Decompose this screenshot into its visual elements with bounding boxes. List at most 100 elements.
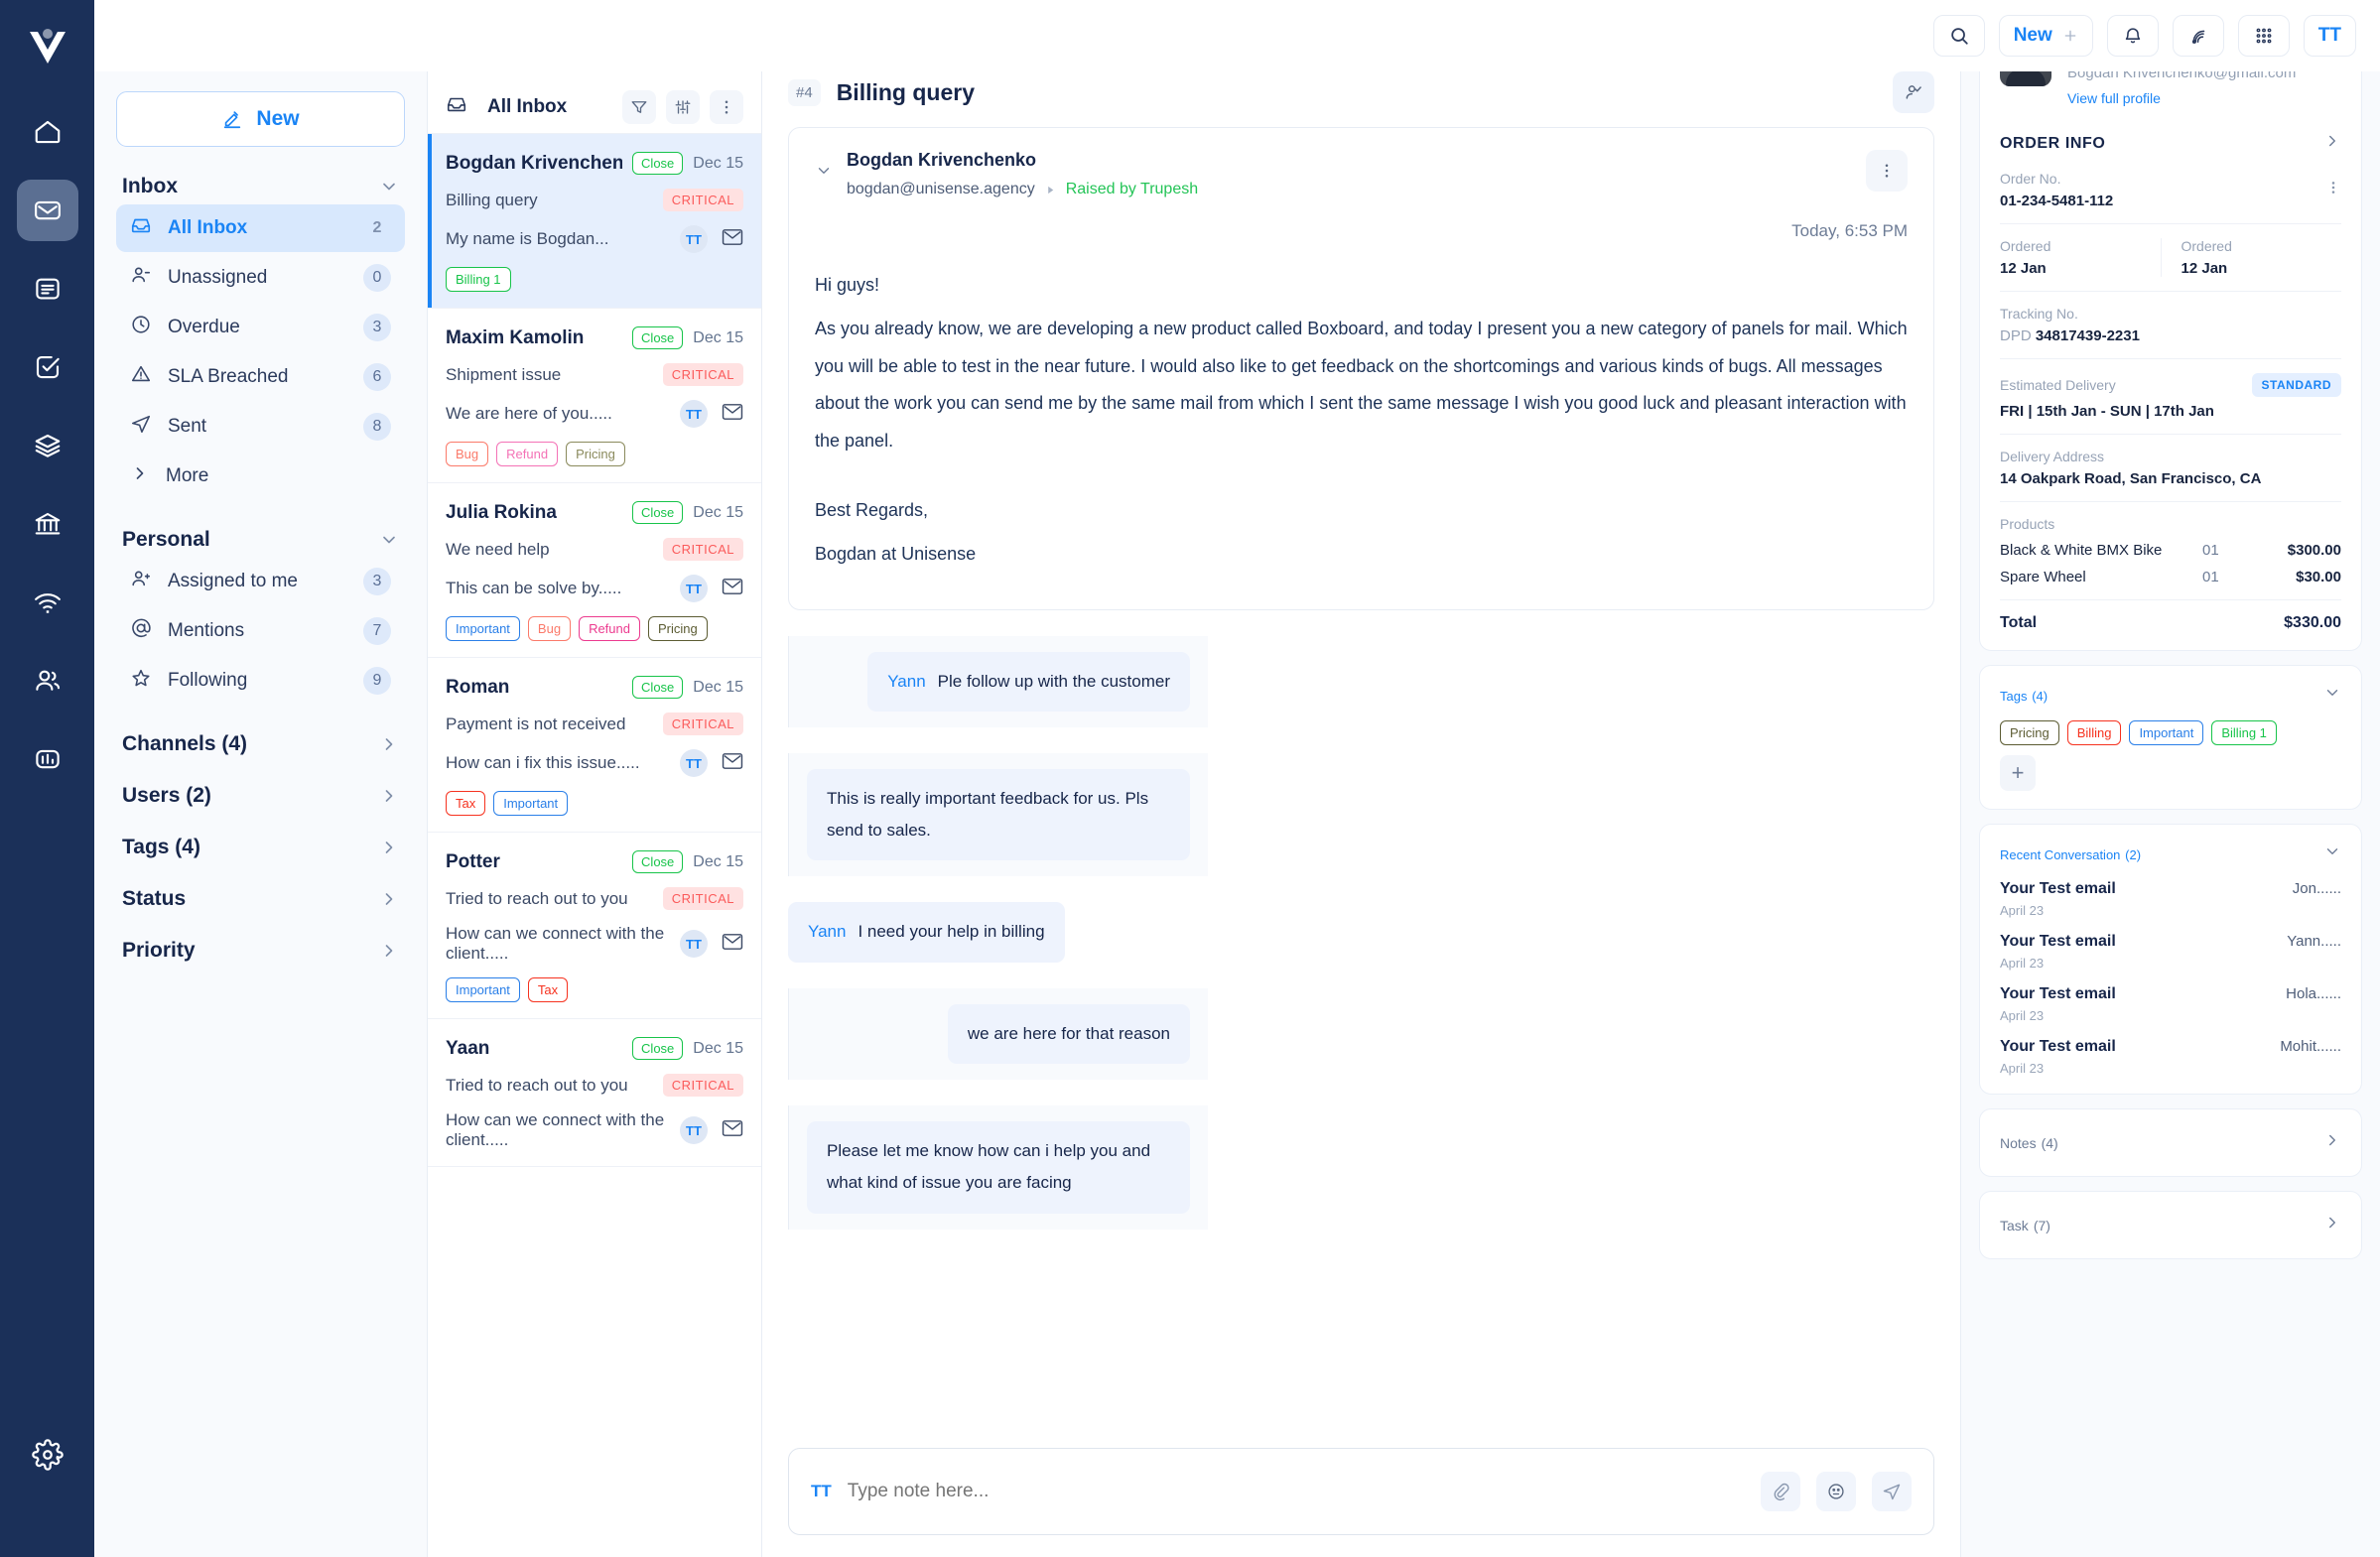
filter-icon[interactable] [622,90,656,124]
sidebar-group-users[interactable]: Users (2) [116,784,405,808]
layers-icon[interactable] [17,415,78,476]
more-vertical-icon[interactable] [1866,150,1908,192]
new-button[interactable]: New [1999,15,2093,57]
conversation-tag[interactable]: Bug [528,616,571,641]
main-panel: New No Priority Sawan Jes. #4 Billing qu… [762,0,1960,1557]
sidebar-item-more[interactable]: More [116,453,405,500]
conversation-item[interactable]: Yaan Close Dec 15 Tried to reach out to … [428,1019,761,1167]
close-status-badge[interactable]: Close [632,676,683,699]
note-composer[interactable]: TT [788,1448,1934,1535]
conversation-tag[interactable]: Tax [528,977,568,1002]
conversation-tag[interactable]: Important [446,616,520,641]
conversation-item[interactable]: Roman Close Dec 15 Payment is not receiv… [428,658,761,833]
recent-header[interactable]: Recent Conversation (2) [2000,843,2341,865]
paperclip-icon[interactable] [1761,1472,1800,1511]
sidebar-item-all-inbox[interactable]: All Inbox 2 [116,204,405,252]
bell-icon[interactable] [2107,15,2159,57]
contacts-icon[interactable] [17,650,78,712]
detail-tag-chip[interactable]: Billing 1 [2211,720,2277,745]
detail-tag-chip[interactable]: Pricing [2000,720,2059,745]
close-status-badge[interactable]: Close [632,501,683,524]
sidebar-item-following[interactable]: Following 9 [116,657,405,705]
folder-icon[interactable] [949,14,991,56]
sidebar-group-channels[interactable]: Channels (4) [116,732,405,756]
gear-icon[interactable] [17,1424,78,1486]
conversation-tag[interactable]: Refund [496,442,558,466]
plus-icon [2062,28,2078,44]
notes-card[interactable]: Notes (4) [1979,1108,2362,1177]
priority-select[interactable]: No Priority [1663,14,1789,56]
mail-icon[interactable] [17,180,78,241]
sidebar-item-sent[interactable]: Sent 8 [116,403,405,451]
search-input[interactable] [494,35,727,55]
conversation-tag[interactable]: Bug [446,442,488,466]
recent-conversation-item[interactable]: Your Test email April 23 Jon...... [2000,880,2341,918]
task-card[interactable]: Task (7) [1979,1191,2362,1259]
clock-icon[interactable] [895,14,937,56]
conversation-tag[interactable]: Billing 1 [446,267,511,292]
sliders-icon[interactable] [666,90,700,124]
sidebar-item-assigned-to-me[interactable]: Assigned to me 3 [116,558,405,605]
conversation-item[interactable]: Maxim Kamolin Close Dec 15 Shipment issu… [428,309,761,483]
logo-icon[interactable] [17,16,78,77]
apps-grid-icon[interactable] [2238,15,2290,57]
more-vertical-icon[interactable] [710,90,743,124]
conversation-item[interactable]: Potter Close Dec 15 Tried to reach out t… [428,833,761,1019]
reports-icon[interactable] [17,728,78,790]
tag-icon[interactable] [1002,14,1044,56]
emoji-icon[interactable] [1816,1472,1856,1511]
sidebar-item-unassigned[interactable]: Unassigned 0 [116,254,405,302]
recent-conversation-item[interactable]: Your Test email April 23 Yann..... [2000,933,2341,971]
sidebar-item-mentions[interactable]: Mentions 7 [116,607,405,655]
recent-conversation-item[interactable]: Your Test email April 23 Mohit...... [2000,1038,2341,1076]
more-vertical-icon[interactable] [2325,180,2341,200]
more-vertical-icon[interactable] [1056,14,1098,56]
broadcast-icon[interactable] [2173,15,2224,57]
plus-icon[interactable]: + [2000,755,2036,791]
check-icon[interactable] [788,14,830,56]
document-icon[interactable] [17,258,78,320]
user-check-icon[interactable] [1893,71,1934,113]
conversation-tag[interactable]: Tax [446,791,485,816]
sidebar-group-status[interactable]: Status [116,887,405,911]
send-icon[interactable] [1872,1472,1912,1511]
user-avatar-initials[interactable]: TT [2304,15,2356,57]
close-status-badge[interactable]: Close [632,1037,683,1060]
contact-card: Bogdan Krivenchenko Bogdan Krivenchenko@… [1979,16,2362,651]
bank-icon[interactable] [17,493,78,555]
order-info-header[interactable]: ORDER INFO [2000,132,2341,155]
conversation-tag[interactable]: Important [493,791,568,816]
tasks-icon[interactable] [17,336,78,398]
personal-section-header[interactable]: Personal [116,528,405,552]
close-status-badge[interactable]: Close [632,326,683,349]
sidebar-item-sla-breached[interactable]: SLA Breached 6 [116,353,405,401]
view-full-profile-link[interactable]: View full profile [2067,90,2308,106]
chevron-down-icon[interactable] [815,162,833,185]
assignee-select[interactable]: Sawan Jes. [1800,14,1934,56]
sidebar-group-priority[interactable]: Priority [116,939,405,963]
sidebar-group-tags[interactable]: Tags (4) [116,836,405,859]
conversation-date: Dec 15 [693,155,743,173]
detail-tag-chip[interactable]: Billing [2067,720,2122,745]
detail-tag-chip[interactable]: Important [2129,720,2203,745]
new-compose-button[interactable]: New [116,91,405,147]
tags-header[interactable]: Tags (4) [2000,684,2341,707]
conversation-item[interactable]: Bogdan Krivenchenko Close Dec 15 Billing… [428,134,761,309]
home-icon[interactable] [17,101,78,163]
conversation-item[interactable]: Julia Rokina Close Dec 15 We need help C… [428,483,761,658]
inbox-section-header[interactable]: Inbox [116,175,405,198]
conversation-tag[interactable]: Pricing [566,442,625,466]
conversation-tag[interactable]: Important [446,977,520,1002]
search-box[interactable] [446,20,743,68]
close-status-badge[interactable]: Close [632,850,683,873]
status-select[interactable]: New [1568,14,1652,56]
conversation-tag[interactable]: Refund [579,616,640,641]
recent-conversation-item[interactable]: Your Test email April 23 Hola...... [2000,985,2341,1023]
sidebar-item-overdue[interactable]: Overdue 3 [116,304,405,351]
close-status-badge[interactable]: Close [632,152,683,175]
note-input[interactable] [848,1481,1745,1502]
wifi-icon[interactable] [17,572,78,633]
search-icon[interactable] [1933,15,1985,57]
conversation-tag[interactable]: Pricing [648,616,708,641]
star-filled-icon[interactable] [842,14,883,56]
